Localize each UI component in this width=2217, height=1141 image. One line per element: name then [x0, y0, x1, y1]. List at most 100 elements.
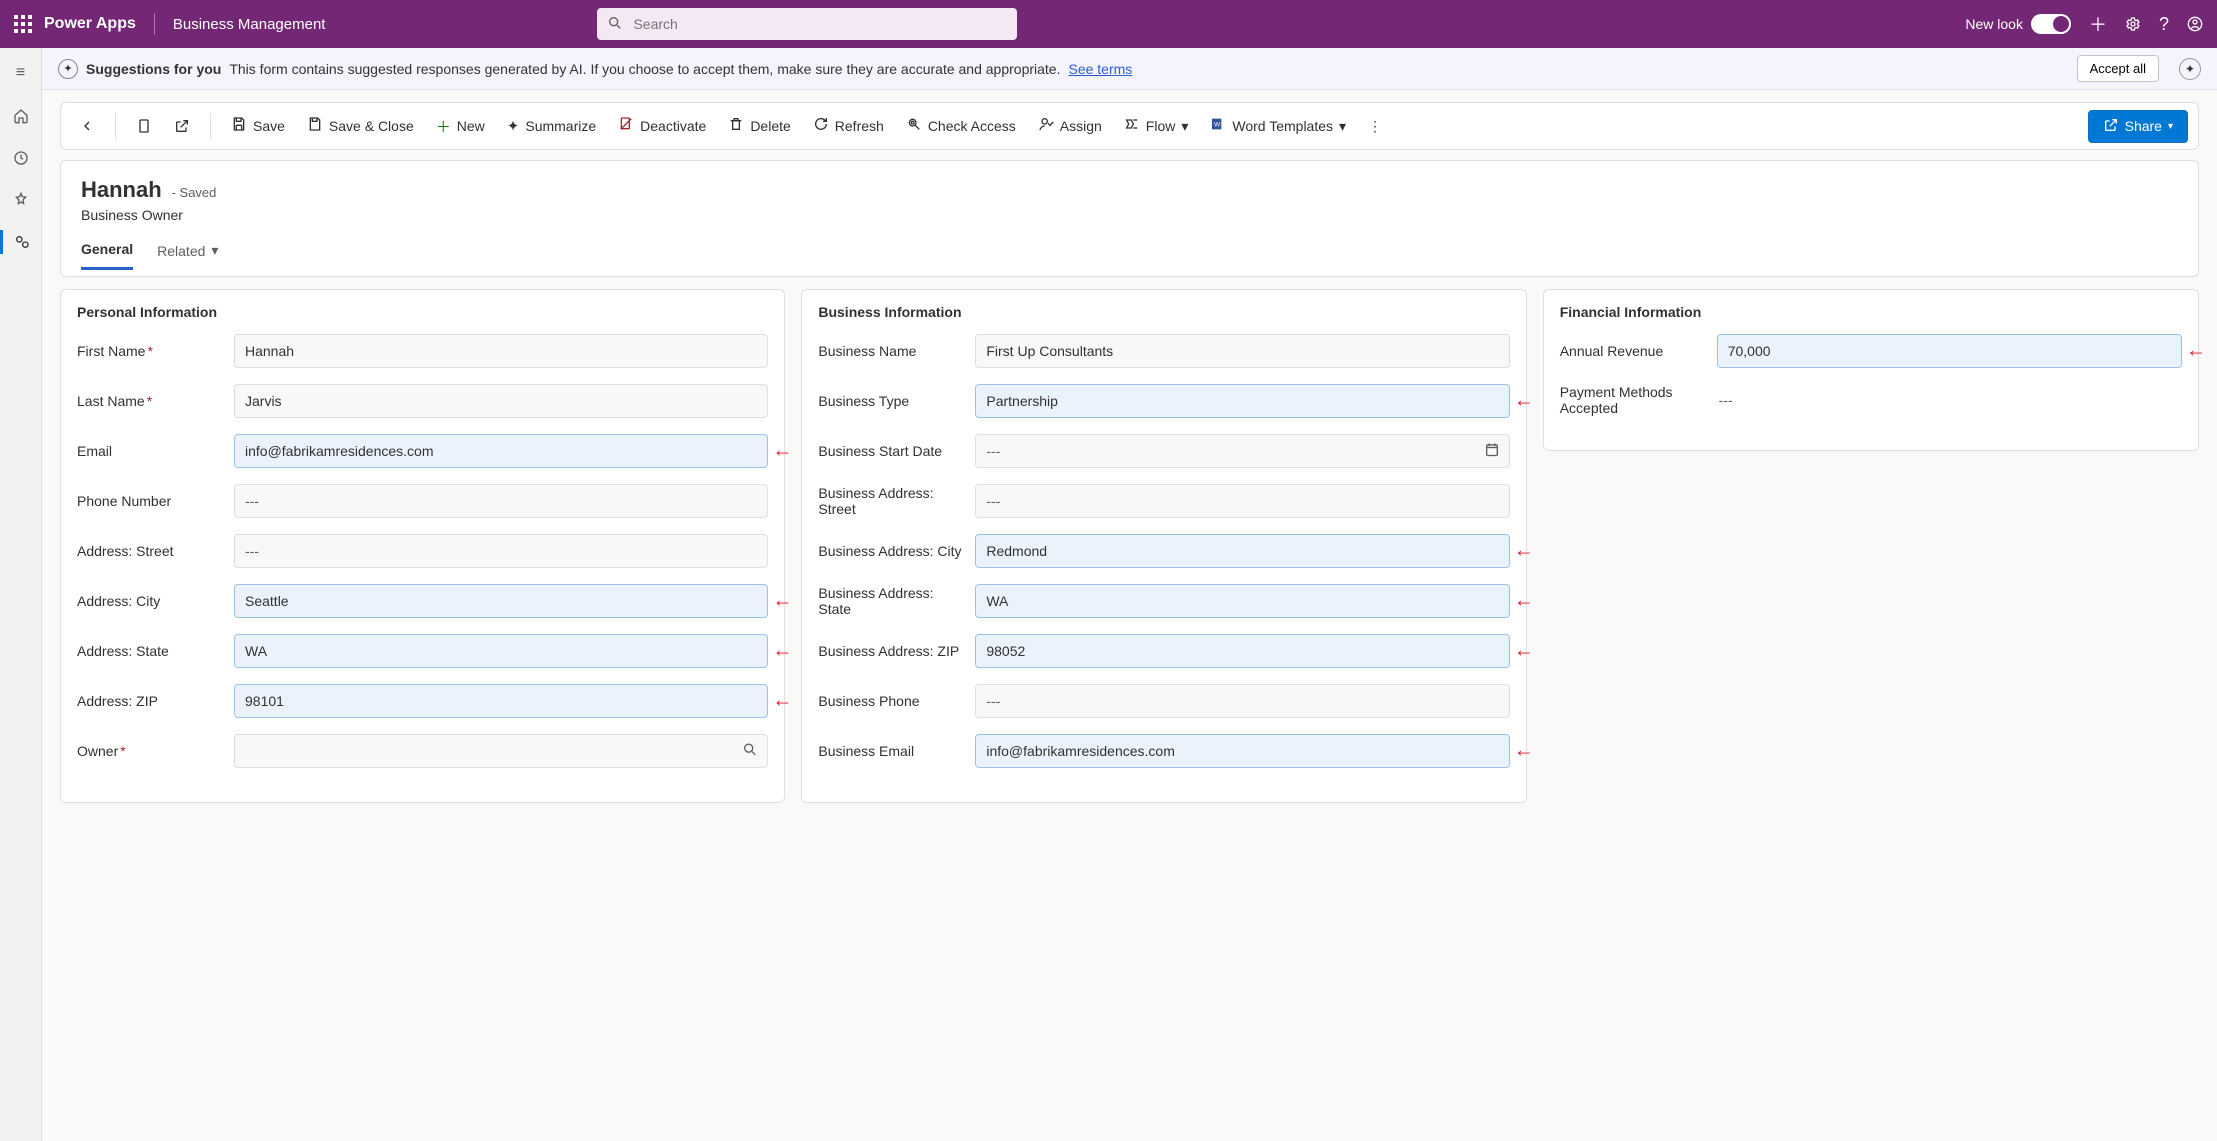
app-name: Business Management: [173, 16, 326, 33]
copilot-icon[interactable]: ✦: [2179, 58, 2201, 80]
assign-icon: [1038, 116, 1054, 136]
lookup-icon[interactable]: [742, 742, 758, 761]
assign-button[interactable]: Assign: [1030, 110, 1110, 142]
annual-rev-label: Annual Revenue: [1560, 343, 1705, 359]
callout-arrow: ←: [1514, 390, 1534, 413]
field-owner: Owner*: [77, 734, 768, 768]
section-financial-title: Financial Information: [1560, 304, 2182, 320]
check-access-icon: [906, 116, 922, 136]
rail-entity-icon[interactable]: [0, 230, 41, 254]
addr-zip-input[interactable]: [234, 684, 768, 718]
settings-icon[interactable]: [2125, 16, 2141, 32]
save-icon: [231, 116, 247, 136]
chevron-down-icon: ▾: [2168, 121, 2173, 132]
overflow-button[interactable]: ⋮: [1360, 112, 1390, 141]
flow-button[interactable]: Flow ▾: [1116, 110, 1197, 142]
content-host: Save Save & Close ＋ New ✦ Summarize: [42, 90, 2217, 823]
annual-rev-input[interactable]: [1717, 334, 2182, 368]
account-icon[interactable]: [2187, 16, 2203, 32]
phone-input[interactable]: [234, 484, 768, 518]
accept-all-button[interactable]: Accept all: [2077, 55, 2159, 82]
owner-input[interactable]: [234, 734, 768, 768]
waffle-icon[interactable]: [14, 15, 32, 33]
section-financial: Financial Information Annual Revenue ← P…: [1543, 289, 2199, 451]
back-button[interactable]: [71, 112, 103, 140]
addr-city-input[interactable]: [234, 584, 768, 618]
save-button[interactable]: Save: [223, 110, 293, 142]
search-input[interactable]: [631, 15, 1007, 33]
delete-label: Delete: [750, 118, 790, 134]
word-templates-button[interactable]: W Word Templates ▾: [1202, 110, 1354, 142]
add-icon[interactable]: ＋: [2089, 11, 2107, 37]
svg-text:W: W: [1214, 122, 1221, 129]
word-templates-label: Word Templates: [1232, 118, 1333, 134]
section-business: Business Information Business Name Busin…: [801, 289, 1526, 803]
callout-arrow: ←: [1514, 740, 1534, 763]
field-biz-addr-zip: Business Address: ZIP ←: [818, 634, 1509, 668]
field-business-start: Business Start Date: [818, 434, 1509, 468]
biz-phone-input[interactable]: [975, 684, 1509, 718]
biz-type-input[interactable]: [975, 384, 1509, 418]
biz-addr-state-input[interactable]: [975, 584, 1509, 618]
biz-phone-label: Business Phone: [818, 693, 963, 709]
addr-street-input[interactable]: [234, 534, 768, 568]
biz-addr-street-input[interactable]: [975, 484, 1509, 518]
addr-state-input[interactable]: [234, 634, 768, 668]
callout-arrow: ←: [1514, 640, 1534, 663]
open-new-window-icon[interactable]: [166, 112, 198, 140]
field-address-city: Address: City ←: [77, 584, 768, 618]
tab-related-label: Related: [157, 243, 205, 259]
tab-related[interactable]: Related ▾: [157, 241, 218, 270]
payment-value[interactable]: ---: [1717, 386, 2182, 414]
assign-label: Assign: [1060, 118, 1102, 134]
suggestion-body: This form contains suggested responses g…: [229, 61, 1060, 77]
new-icon: ＋: [436, 116, 451, 137]
field-address-street: Address: Street: [77, 534, 768, 568]
first-name-label: First Name*: [77, 343, 222, 359]
field-biz-email: Business Email ←: [818, 734, 1509, 768]
new-look-toggle[interactable]: [2031, 14, 2071, 34]
email-input[interactable]: [234, 434, 768, 468]
search-box[interactable]: [597, 8, 1017, 40]
new-button[interactable]: ＋ New: [428, 110, 493, 143]
callout-arrow: ←: [1514, 540, 1534, 563]
biz-addr-city-input[interactable]: [975, 534, 1509, 568]
rail-recent-icon[interactable]: [0, 146, 41, 170]
last-name-input[interactable]: [234, 384, 768, 418]
first-name-input[interactable]: [234, 334, 768, 368]
biz-start-label: Business Start Date: [818, 443, 963, 459]
check-access-button[interactable]: Check Access: [898, 110, 1024, 142]
save-close-button[interactable]: Save & Close: [299, 110, 422, 142]
command-bar: Save Save & Close ＋ New ✦ Summarize: [60, 102, 2199, 150]
addr-zip-label: Address: ZIP: [77, 693, 222, 709]
section-business-title: Business Information: [818, 304, 1509, 320]
rail-menu-icon[interactable]: ≡: [0, 60, 41, 86]
addr-street-label: Address: Street: [77, 543, 222, 559]
form-card: Hannah - Saved Business Owner General Re…: [60, 160, 2199, 277]
chevron-down-icon: ▾: [1181, 118, 1188, 135]
deactivate-button[interactable]: Deactivate: [610, 110, 714, 142]
biz-start-input[interactable]: [975, 434, 1509, 468]
biz-addr-state-label: Business Address: State: [818, 585, 963, 617]
form-selector-icon[interactable]: [128, 112, 160, 140]
biz-name-input[interactable]: [975, 334, 1509, 368]
help-icon[interactable]: ?: [2159, 14, 2169, 35]
see-terms-link[interactable]: See terms: [1068, 61, 1132, 77]
deactivate-icon: [618, 116, 634, 136]
field-business-type: Business Type ←: [818, 384, 1509, 418]
share-button[interactable]: Share ▾: [2088, 110, 2188, 143]
delete-icon: [728, 116, 744, 136]
field-payment-methods: Payment Methods Accepted ---: [1560, 384, 2182, 416]
biz-addr-zip-input[interactable]: [975, 634, 1509, 668]
tabs: General Related ▾: [81, 241, 2178, 270]
biz-type-label: Business Type: [818, 393, 963, 409]
biz-email-input[interactable]: [975, 734, 1509, 768]
tab-general[interactable]: General: [81, 241, 133, 270]
rail-home-icon[interactable]: [0, 104, 41, 128]
refresh-button[interactable]: Refresh: [805, 110, 892, 142]
last-name-label: Last Name*: [77, 393, 222, 409]
summarize-button[interactable]: ✦ Summarize: [499, 111, 604, 141]
field-biz-phone: Business Phone: [818, 684, 1509, 718]
rail-pinned-icon[interactable]: [0, 188, 41, 212]
delete-button[interactable]: Delete: [720, 110, 798, 142]
